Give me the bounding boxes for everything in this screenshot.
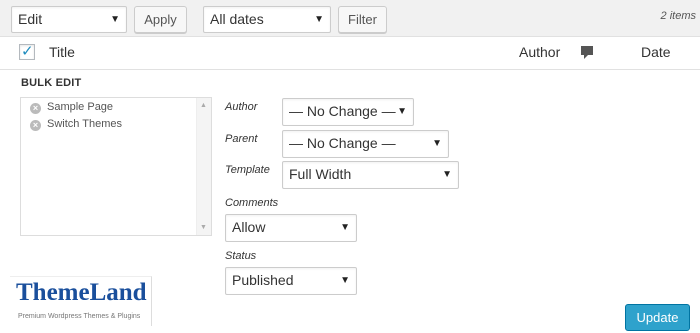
themeland-logo: ThemeLand Premium Wordpress Themes & Plu… [10, 276, 152, 326]
column-date[interactable]: Date [641, 44, 671, 60]
author-select[interactable]: — No Change — ▼ [282, 98, 414, 126]
list-item-label: Switch Themes [47, 118, 122, 130]
comments-select-value: Allow [232, 219, 266, 235]
parent-select-value: — No Change — [289, 135, 396, 151]
select-all-checkbox[interactable]: ✓ [19, 43, 35, 60]
list-item[interactable]: × Sample Page [30, 101, 113, 114]
bulk-action-value: Edit [18, 11, 43, 27]
scroll-up-icon[interactable]: ▲ [200, 102, 207, 109]
bulk-edit-items-list[interactable]: × Sample Page × Switch Themes ▲ ▼ [20, 97, 212, 236]
chevron-down-icon: ▼ [314, 14, 324, 25]
parent-select[interactable]: — No Change — ▼ [282, 130, 449, 158]
logo-wordmark: ThemeLand [16, 279, 147, 306]
comments-icon [580, 45, 594, 63]
chevron-down-icon: ▼ [397, 106, 407, 117]
comments-label: Comments [225, 197, 279, 209]
table-header [0, 36, 700, 70]
dates-filter-select[interactable]: All dates ▼ [203, 6, 331, 33]
column-title[interactable]: Title [49, 44, 75, 60]
status-select-value: Published [232, 272, 294, 288]
chevron-down-icon: ▼ [340, 275, 350, 286]
template-label: Template [225, 164, 270, 176]
apply-button[interactable]: Apply [134, 6, 187, 33]
logo-tagline: Premium Wordpress Themes & Plugins [18, 313, 141, 320]
scroll-down-icon[interactable]: ▼ [200, 224, 207, 231]
author-label: Author [225, 101, 258, 113]
remove-item-icon[interactable]: × [30, 103, 41, 114]
parent-label: Parent [225, 133, 258, 145]
chevron-down-icon: ▼ [340, 222, 350, 233]
comments-select[interactable]: Allow ▼ [225, 214, 357, 242]
remove-item-icon[interactable]: × [30, 120, 41, 131]
template-select-value: Full Width [289, 166, 352, 182]
status-select[interactable]: Published ▼ [225, 267, 357, 295]
item-count: 2 items [660, 10, 696, 22]
chevron-down-icon: ▼ [432, 138, 442, 149]
list-item-label: Sample Page [47, 101, 114, 113]
dates-filter-value: All dates [210, 11, 264, 27]
column-author: Author [519, 44, 561, 60]
author-select-value: — No Change — [289, 103, 396, 119]
filter-button[interactable]: Filter [338, 6, 387, 33]
template-select[interactable]: Full Width ▼ [282, 161, 459, 189]
list-scrollbar[interactable]: ▲ ▼ [196, 98, 211, 235]
chevron-down-icon: ▼ [110, 14, 120, 25]
bulk-edit-heading: BULK EDIT [21, 77, 82, 89]
chevron-down-icon: ▼ [442, 169, 452, 180]
bulk-action-select[interactable]: Edit ▼ [11, 6, 127, 33]
list-item[interactable]: × Switch Themes [30, 118, 122, 131]
update-button[interactable]: Update [625, 304, 690, 331]
status-label: Status [225, 250, 257, 262]
checkmark-icon: ✓ [21, 43, 34, 60]
